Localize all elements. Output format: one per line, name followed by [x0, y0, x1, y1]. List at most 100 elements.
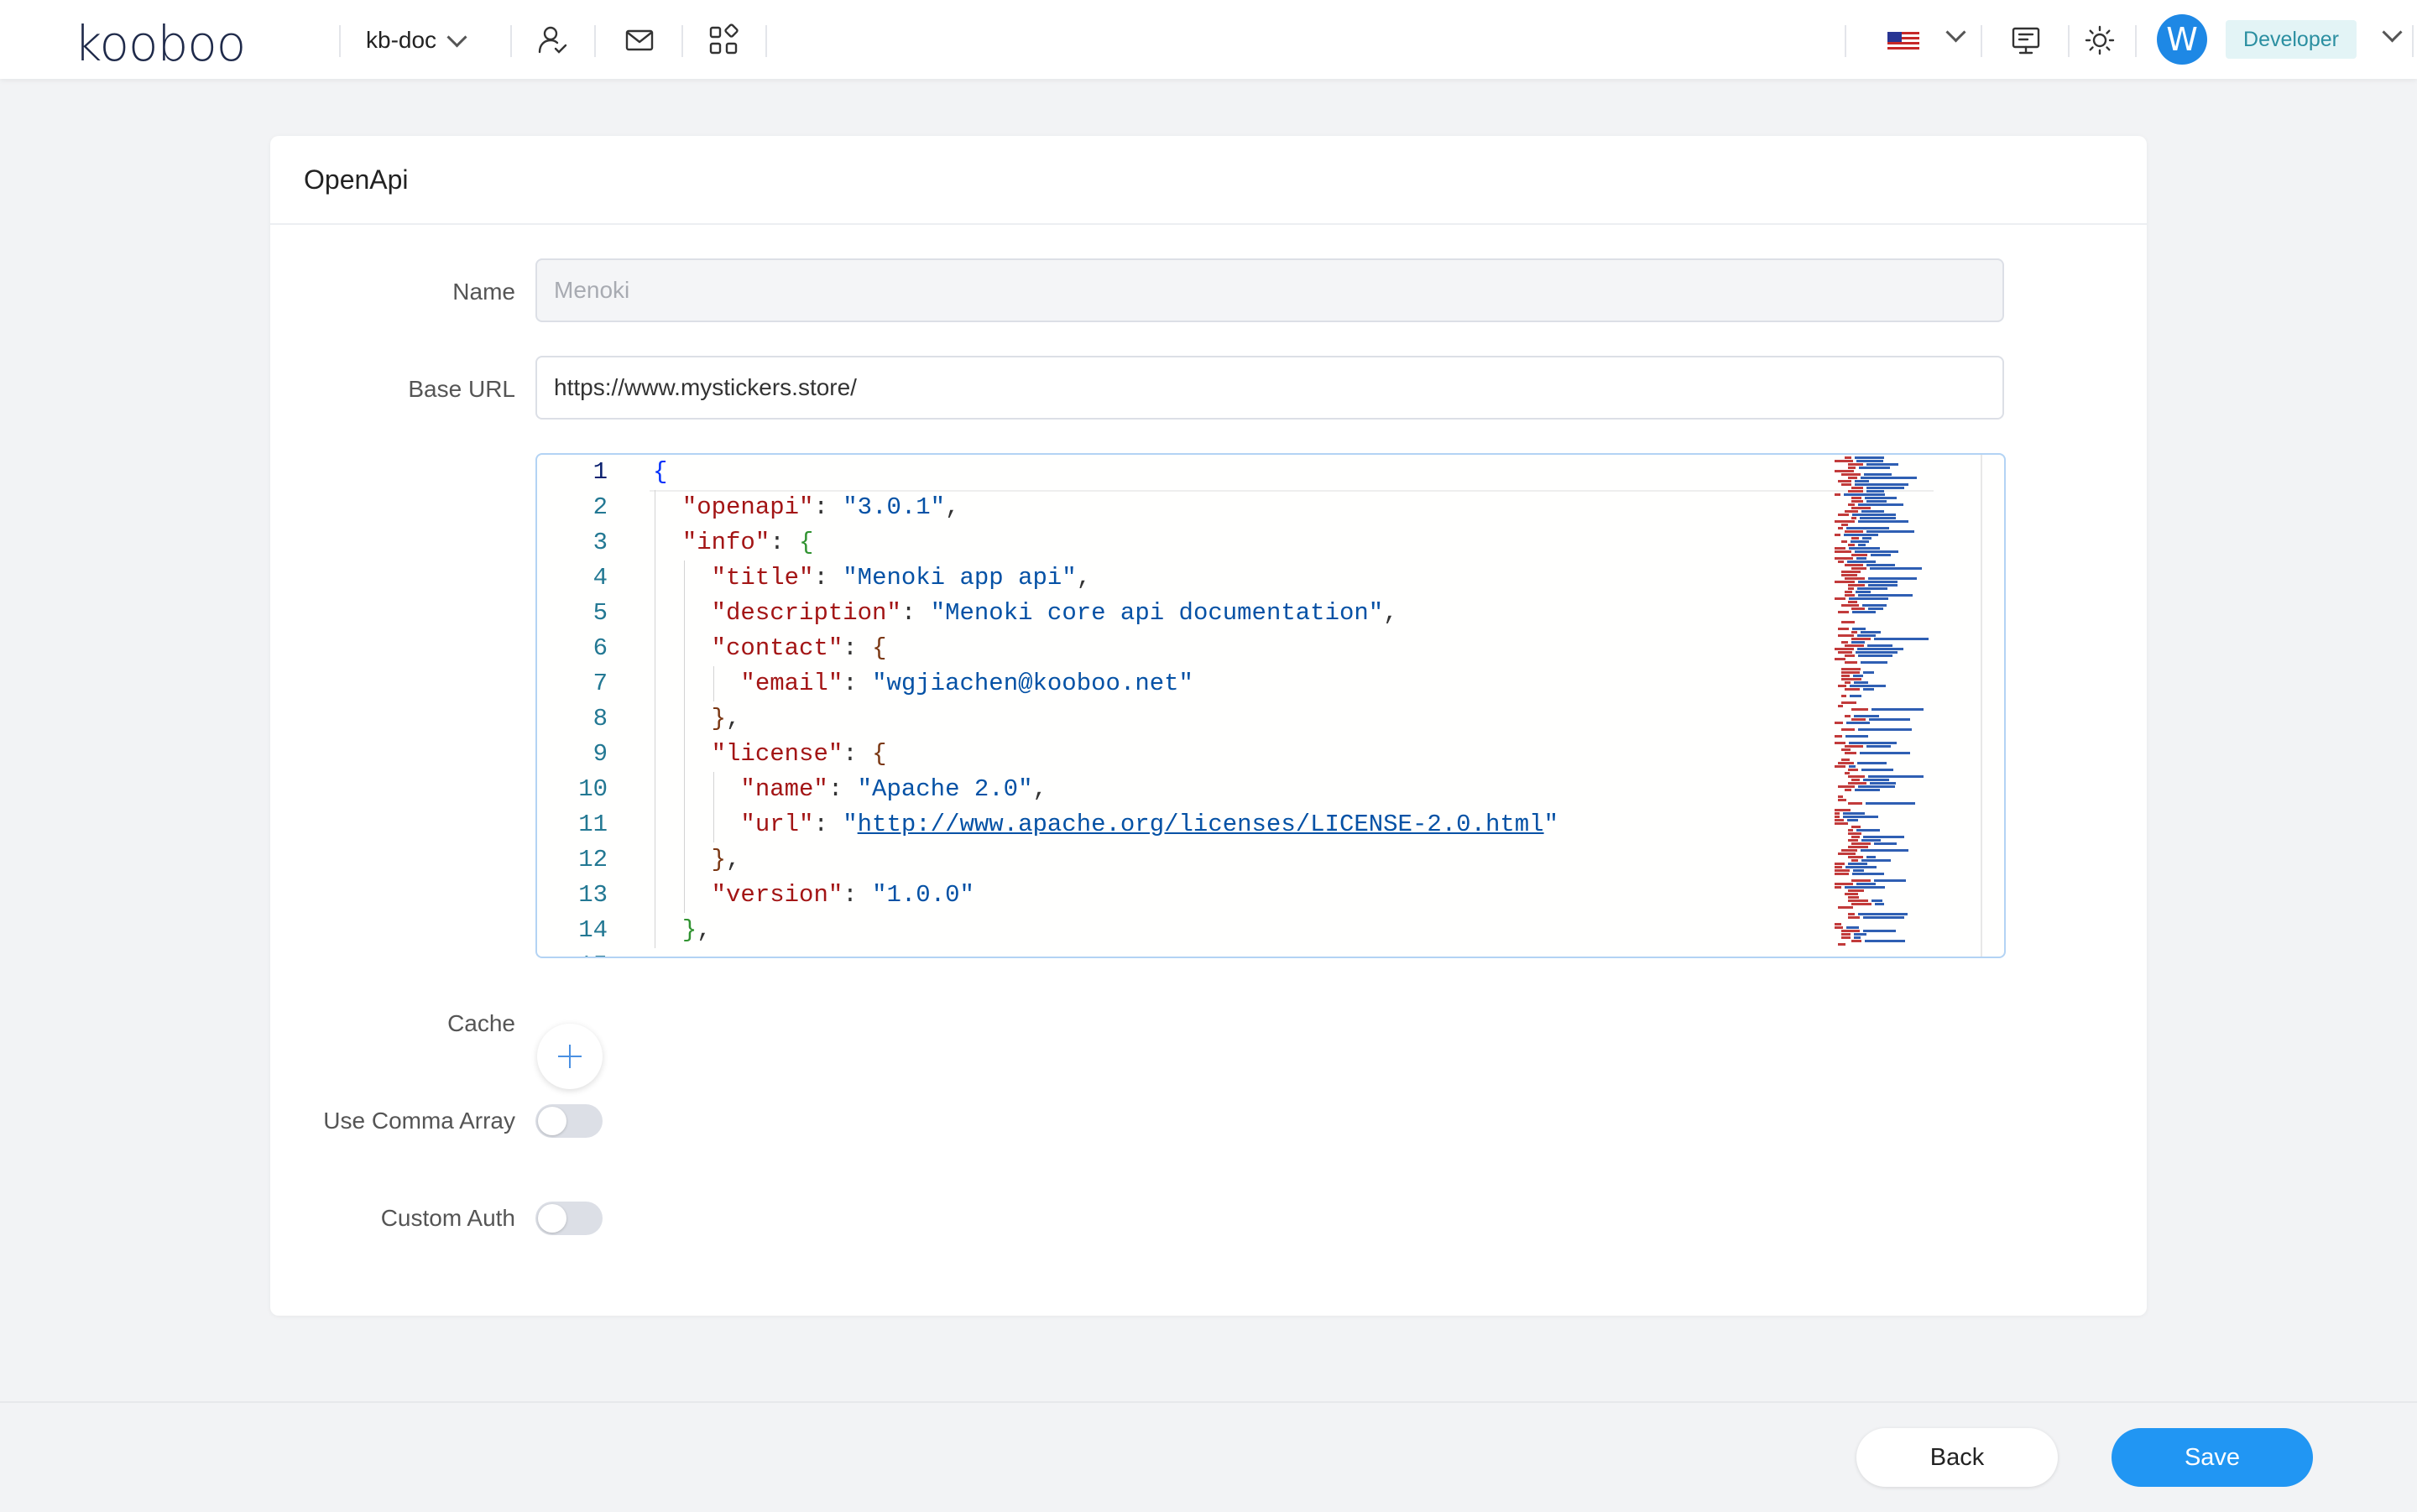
- editor-minimap[interactable]: [1830, 455, 1981, 957]
- site-name: kb-doc: [366, 27, 437, 53]
- minimap-stroke: [1867, 775, 1924, 778]
- minimap-stroke: [1845, 715, 1851, 717]
- line-code: {: [653, 458, 668, 486]
- divider: [594, 25, 596, 57]
- minimap-stroke: [1860, 849, 1908, 852]
- minimap-stroke: [1835, 735, 1842, 738]
- line-number: 10: [578, 775, 608, 803]
- minimap-stroke: [1835, 520, 1855, 523]
- minimap-stroke: [1874, 638, 1929, 640]
- minimap-stroke: [1841, 483, 1852, 486]
- minimap-stroke: [1848, 832, 1862, 835]
- minimap-stroke: [1871, 899, 1883, 902]
- minimap-stroke: [1848, 463, 1863, 466]
- line-number: 4: [593, 564, 608, 592]
- minimap-stroke: [1845, 735, 1869, 738]
- minimap-stroke: [1857, 520, 1909, 523]
- mail-icon[interactable]: [623, 23, 656, 57]
- minimap-stroke: [1863, 836, 1904, 838]
- editor-scrollbar[interactable]: [1981, 455, 1982, 957]
- line-number: 6: [593, 634, 608, 662]
- minimap-stroke: [1835, 534, 1841, 536]
- minimap-stroke: [1868, 718, 1910, 721]
- minimap-stroke: [1858, 654, 1893, 657]
- minimap-stroke: [1858, 913, 1908, 915]
- minimap-stroke: [1851, 873, 1885, 875]
- user-switch-icon[interactable]: [535, 23, 569, 57]
- minimap-stroke: [1841, 748, 1851, 751]
- minimap-stroke: [1848, 769, 1858, 771]
- minimap-stroke: [1851, 940, 1862, 942]
- minimap-stroke: [1874, 879, 1907, 882]
- apps-grid-icon[interactable]: [707, 23, 740, 57]
- minimap-stroke: [1857, 728, 1913, 731]
- custom-auth-toggle[interactable]: [535, 1202, 603, 1235]
- minimap-stroke: [1863, 916, 1905, 919]
- minimap-stroke: [1835, 581, 1855, 583]
- role-badge[interactable]: Developer: [2226, 20, 2357, 59]
- line-code: "openapi": "3.0.1",: [681, 493, 960, 521]
- minimap-stroke: [1851, 779, 1861, 781]
- minimap-stroke: [1846, 819, 1859, 821]
- indent-guide: [683, 560, 685, 596]
- minimap-stroke: [1851, 638, 1871, 640]
- minimap-stroke: [1838, 852, 1856, 855]
- minimap-stroke: [1861, 839, 1882, 842]
- minimap-stroke: [1835, 550, 1851, 553]
- minimap-stroke: [1854, 480, 1870, 482]
- openapi-json-editor[interactable]: 1{2 "openapi": "3.0.1", 3 "info": {4 "tit…: [535, 453, 2006, 958]
- sun-icon[interactable]: [2083, 23, 2117, 57]
- save-button[interactable]: Save: [2112, 1428, 2313, 1487]
- minimap-stroke: [1851, 607, 1866, 610]
- minimap-stroke: [1848, 467, 1856, 469]
- avatar[interactable]: W: [2157, 14, 2207, 65]
- line-code: "title": "Menoki app api",: [711, 564, 1092, 592]
- site-switcher[interactable]: kb-doc: [366, 25, 467, 55]
- name-input[interactable]: [535, 258, 2004, 322]
- minimap-stroke: [1841, 540, 1848, 543]
- line-number: 11: [578, 811, 608, 838]
- name-label: Name: [452, 279, 515, 305]
- base-url-input[interactable]: [535, 356, 2004, 420]
- minimap-stroke: [1841, 473, 1861, 476]
- divider: [2068, 25, 2070, 57]
- chevron-down-icon[interactable]: [1945, 22, 1966, 43]
- back-button[interactable]: Back: [1856, 1428, 2058, 1487]
- minimap-stroke: [1852, 611, 1877, 613]
- minimap-stroke: [1845, 772, 1851, 774]
- minimap-stroke: [1845, 866, 1877, 868]
- us-flag-icon[interactable]: [1887, 23, 1920, 57]
- minimap-stroke: [1859, 752, 1910, 754]
- minimap-stroke: [1865, 940, 1905, 942]
- minimap-stroke: [1869, 782, 1896, 785]
- minimap-stroke: [1866, 745, 1892, 748]
- minimap-stroke: [1868, 607, 1883, 610]
- minimap-stroke: [1841, 933, 1851, 936]
- minimap-stroke: [1845, 564, 1864, 566]
- minimap-stroke: [1841, 671, 1860, 674]
- presentation-icon[interactable]: [2009, 23, 2043, 57]
- line-number: 13: [578, 881, 608, 909]
- minimap-stroke: [1851, 842, 1871, 845]
- minimap-stroke: [1858, 467, 1891, 469]
- line-code: "contact": {: [711, 634, 887, 662]
- minimap-stroke: [1835, 765, 1846, 768]
- line-number: 9: [593, 740, 608, 768]
- minimap-stroke: [1861, 537, 1871, 540]
- line-code: },: [681, 916, 712, 944]
- use-comma-array-toggle[interactable]: [535, 1104, 603, 1138]
- chevron-down-icon[interactable]: [2382, 22, 2403, 43]
- minimap-stroke: [1838, 480, 1851, 482]
- line-number: 14: [578, 916, 608, 944]
- toggle-knob: [538, 1204, 566, 1233]
- minimap-stroke: [1864, 497, 1897, 499]
- indent-guide: [683, 596, 685, 631]
- minimap-stroke: [1856, 883, 1877, 885]
- kooboo-logo[interactable]: kooboo: [74, 15, 246, 72]
- indent-guide: [683, 807, 685, 842]
- minimap-stroke: [1861, 604, 1887, 607]
- code-line: 9 "license": {: [537, 737, 1813, 772]
- minimap-stroke: [1841, 695, 1847, 697]
- add-cache-button[interactable]: [537, 1024, 603, 1089]
- minimap-stroke: [1867, 577, 1917, 580]
